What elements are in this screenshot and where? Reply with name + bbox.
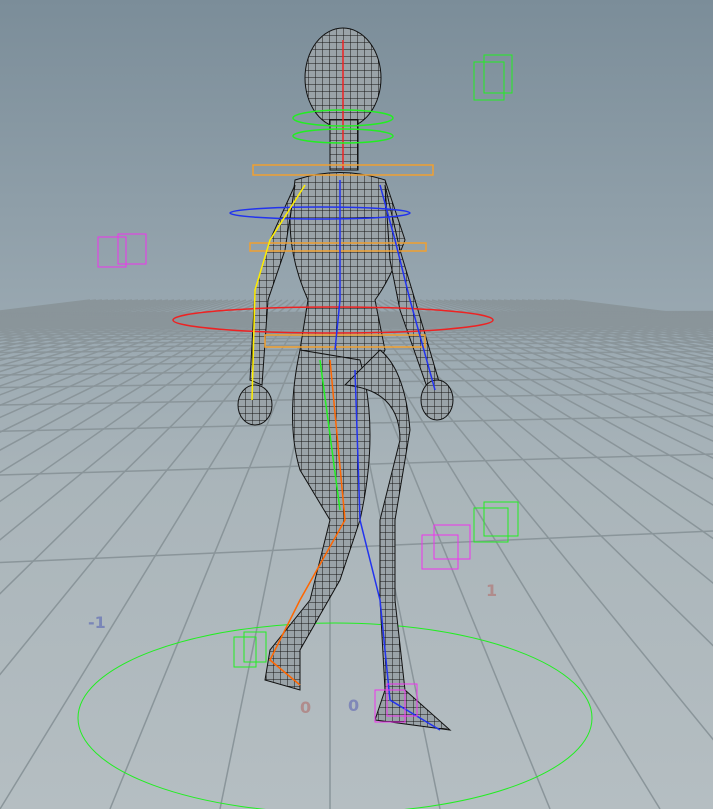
grid-line bbox=[0, 299, 91, 312]
grid-line bbox=[557, 299, 713, 321]
grid-line bbox=[0, 299, 133, 321]
grid-line bbox=[0, 299, 277, 451]
grid-line bbox=[431, 299, 713, 382]
grid-line bbox=[0, 299, 115, 317]
character-mesh[interactable] bbox=[237, 27, 454, 731]
grid-line bbox=[425, 299, 713, 389]
grid-label-neg-x: -1 bbox=[88, 613, 106, 632]
grid-label-origin-x: 0 bbox=[300, 698, 311, 717]
grid-line bbox=[401, 299, 713, 428]
grid-line bbox=[0, 299, 121, 318]
grid-line bbox=[503, 299, 713, 337]
grid-line bbox=[0, 299, 259, 407]
grid-line bbox=[0, 299, 157, 328]
grid-line bbox=[395, 299, 713, 442]
grid-line bbox=[497, 299, 713, 339]
scene: -1 1 0 0 bbox=[0, 27, 713, 809]
grid-line bbox=[533, 299, 713, 327]
grid-line bbox=[353, 299, 713, 741]
grid-line bbox=[0, 299, 241, 380]
grid-line bbox=[0, 299, 169, 332]
grid-line bbox=[407, 299, 713, 416]
grid-line bbox=[569, 299, 713, 319]
grid-line bbox=[0, 299, 151, 326]
grid-line bbox=[545, 299, 713, 324]
grid-line bbox=[521, 299, 713, 330]
3d-viewport[interactable]: -1 1 0 0 bbox=[0, 0, 713, 809]
grid-line bbox=[0, 530, 713, 564]
grid-line bbox=[359, 299, 713, 647]
grid-line bbox=[437, 299, 713, 376]
grid-line bbox=[109, 299, 319, 809]
grid-line bbox=[0, 299, 235, 373]
grid-line bbox=[0, 299, 127, 319]
grid-label-pos-x: 1 bbox=[486, 581, 497, 600]
grid-line bbox=[443, 299, 713, 371]
grid-line bbox=[365, 299, 713, 585]
grid-line bbox=[0, 299, 289, 503]
grid-label-origin-z: 0 bbox=[348, 696, 359, 715]
grid-line bbox=[0, 299, 247, 387]
grid-line bbox=[563, 299, 713, 320]
root-control-circle[interactable] bbox=[77, 622, 593, 809]
